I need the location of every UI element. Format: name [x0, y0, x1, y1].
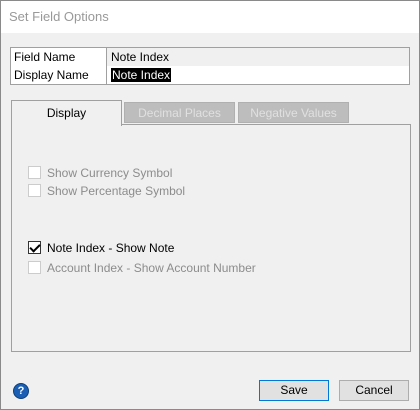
field-properties-table: Field Name Note Index Display Name Note … — [10, 47, 410, 85]
tab-display[interactable]: Display — [11, 100, 122, 126]
checkbox-box[interactable] — [28, 166, 41, 179]
tab-negative-values[interactable]: Negative Values — [238, 102, 349, 123]
display-tab-panel: Show Currency Symbol Show Percentage Sym… — [11, 124, 411, 352]
checkbox-label: Show Currency Symbol — [47, 166, 173, 180]
cancel-button[interactable]: Cancel — [339, 380, 409, 401]
window-title: Set Field Options — [9, 9, 109, 24]
set-field-options-dialog: Set Field Options Field Name Note Index … — [0, 0, 420, 410]
save-button[interactable]: Save — [259, 380, 329, 401]
field-name-row: Field Name Note Index — [11, 48, 409, 66]
checkbox-box[interactable] — [28, 261, 41, 274]
checkbox-label: Account Index - Show Account Number — [47, 261, 256, 275]
question-icon[interactable]: ? — [13, 383, 29, 399]
title-bar: Set Field Options — [1, 1, 419, 33]
checkbox-box[interactable] — [28, 184, 41, 197]
display-name-field[interactable]: Note Index — [107, 66, 409, 84]
display-name-row: Display Name Note Index — [11, 66, 409, 84]
display-name-selected-text[interactable]: Note Index — [111, 68, 172, 82]
checkbox-label: Show Percentage Symbol — [47, 184, 186, 198]
field-name-label: Field Name — [11, 48, 107, 66]
tab-decimal-places[interactable]: Decimal Places — [124, 102, 235, 123]
field-name-value: Note Index — [107, 48, 409, 66]
display-name-label: Display Name — [11, 66, 107, 84]
checkbox-box-checked[interactable] — [28, 241, 41, 254]
checkbox-label: Note Index - Show Note — [47, 241, 175, 255]
